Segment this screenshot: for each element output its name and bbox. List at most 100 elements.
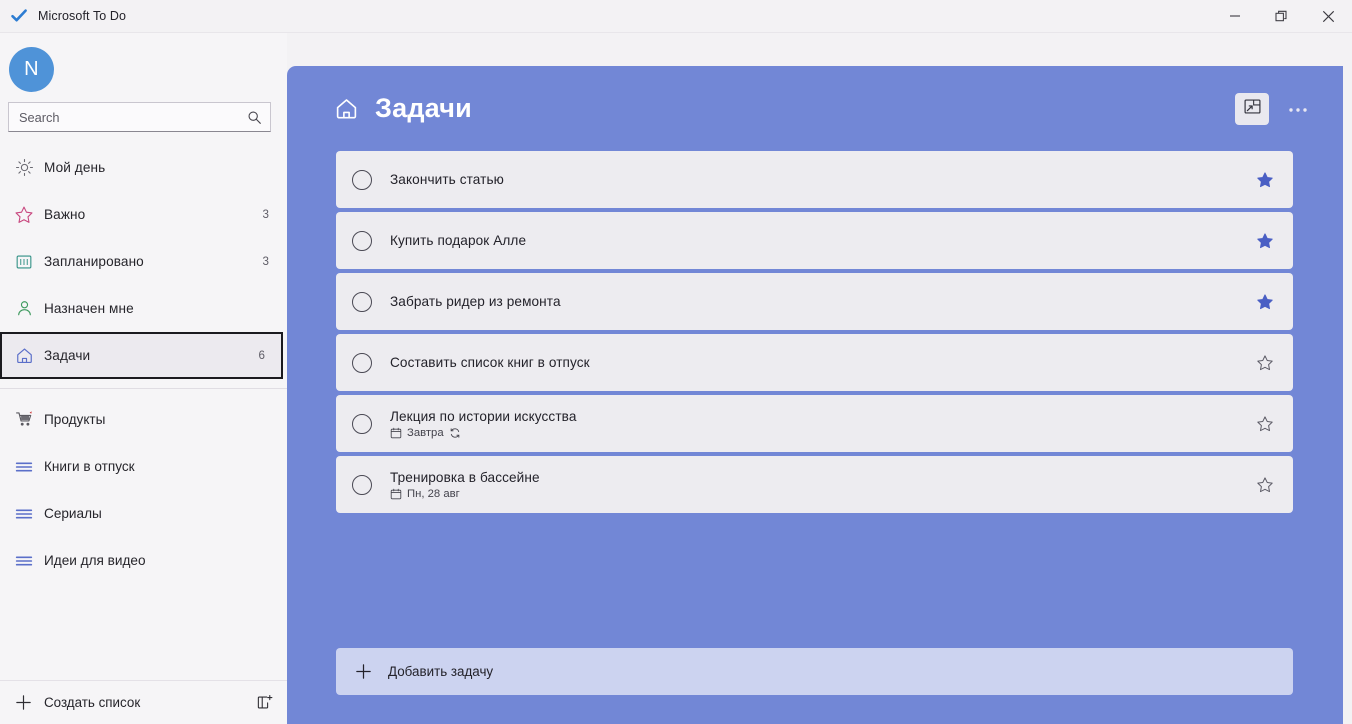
app-title: Microsoft To Do xyxy=(38,9,127,23)
avatar[interactable]: N xyxy=(9,47,54,92)
main-header: Задачи xyxy=(287,66,1343,151)
sidebar-item-assigned-to-me[interactable]: Назначен мне xyxy=(0,285,287,332)
star-icon[interactable] xyxy=(1255,293,1275,311)
sidebar-item-label: Запланировано xyxy=(44,254,144,269)
sidebar-item-label: Важно xyxy=(44,207,86,222)
task-checkbox[interactable] xyxy=(352,169,372,190)
sidebar-item-important[interactable]: Важно 3 xyxy=(0,191,287,238)
sidebar-item-books[interactable]: Книги в отпуск xyxy=(0,443,287,490)
smart-list-nav: Мой день Важно 3 Запланировано 3 Назначе… xyxy=(0,144,287,379)
ellipsis-icon xyxy=(1288,100,1308,118)
sidebar: N Мой де xyxy=(0,33,287,724)
task-title: Закончить статью xyxy=(390,172,504,187)
window-controls xyxy=(1211,0,1352,33)
sidebar-item-label: Назначен мне xyxy=(44,301,134,316)
task-checkbox[interactable] xyxy=(352,230,372,251)
search-box[interactable] xyxy=(8,102,271,132)
task-meta: Пн, 28 авг xyxy=(390,488,1255,500)
new-group-icon[interactable] xyxy=(256,694,273,711)
close-button[interactable] xyxy=(1305,0,1352,33)
page-title-group: Задачи xyxy=(334,93,472,124)
task-checkbox[interactable] xyxy=(352,352,372,373)
sidebar-item-label: Сериалы xyxy=(44,506,102,521)
new-list-row: Создать список xyxy=(0,680,287,724)
page-title: Задачи xyxy=(375,93,472,123)
star-icon xyxy=(10,205,38,225)
search-wrap xyxy=(0,102,287,132)
repeat-icon xyxy=(449,427,461,439)
sidebar-item-planned[interactable]: Запланировано 3 xyxy=(0,238,287,285)
task-content: Лекция по истории искусства Завтра xyxy=(372,409,1255,439)
theme-button[interactable] xyxy=(1235,92,1269,125)
calendar-icon xyxy=(390,427,402,439)
task-row[interactable]: Закончить статью xyxy=(336,151,1293,208)
task-row[interactable]: Тренировка в бассейне Пн, 28 авг xyxy=(336,456,1293,513)
person-icon xyxy=(10,299,38,318)
task-row[interactable]: Купить подарок Алле xyxy=(336,212,1293,269)
search-input[interactable] xyxy=(19,109,247,125)
task-checkbox[interactable] xyxy=(352,474,372,495)
title-bar-left: Microsoft To Do xyxy=(0,7,126,25)
task-row[interactable]: Составить список книг в отпуск xyxy=(336,334,1293,391)
sidebar-item-tasks[interactable]: Задачи 6 xyxy=(0,332,283,379)
title-bar: Microsoft To Do xyxy=(0,0,1352,33)
list-icon xyxy=(10,551,38,571)
sidebar-item-label: Задачи xyxy=(44,348,91,363)
sidebar-item-label: Мой день xyxy=(44,160,106,175)
task-title: Составить список книг в отпуск xyxy=(390,355,590,370)
task-content: Купить подарок Алле xyxy=(372,233,1255,248)
sidebar-item-label: Книги в отпуск xyxy=(44,459,135,474)
sidebar-item-count: 3 xyxy=(262,255,269,268)
sidebar-item-label: Идеи для видео xyxy=(44,553,146,568)
custom-list-nav: Продукты Книги в отпуск Сериалы Идеи для… xyxy=(0,396,287,584)
task-row[interactable]: Лекция по истории искусства Завтра xyxy=(336,395,1293,452)
star-icon[interactable] xyxy=(1255,232,1275,250)
sidebar-item-my-day[interactable]: Мой день xyxy=(0,144,287,191)
plus-icon xyxy=(352,662,374,681)
checkmark-icon xyxy=(10,7,28,25)
calendar-icon xyxy=(390,488,402,500)
sidebar-item-products[interactable]: Продукты xyxy=(0,396,287,443)
theme-icon xyxy=(1243,97,1262,121)
star-icon[interactable] xyxy=(1255,171,1275,189)
title-bar-drag-region xyxy=(126,0,1211,32)
task-row[interactable]: Забрать ридер из ремонта xyxy=(336,273,1293,330)
task-content: Составить список книг в отпуск xyxy=(372,355,1255,370)
task-due-date: Пн, 28 авг xyxy=(407,487,460,500)
star-icon[interactable] xyxy=(1255,354,1275,372)
star-icon[interactable] xyxy=(1255,415,1275,433)
task-due-date: Завтра xyxy=(407,426,444,439)
restore-button[interactable] xyxy=(1258,0,1305,33)
main-panel-wrap: Задачи Закончить статью Купить подарок А… xyxy=(287,33,1352,724)
task-checkbox[interactable] xyxy=(352,413,372,434)
sidebar-item-video-ideas[interactable]: Идеи для видео xyxy=(0,537,287,584)
home-icon xyxy=(334,96,359,121)
add-task-button[interactable]: Добавить задачу xyxy=(336,648,1293,695)
search-icon[interactable] xyxy=(247,110,262,125)
task-title: Лекция по истории искусства xyxy=(390,408,577,424)
main-panel: Задачи Закончить статью Купить подарок А… xyxy=(287,66,1343,724)
task-meta: Завтра xyxy=(390,427,1255,439)
add-task-label: Добавить задачу xyxy=(388,664,494,679)
avatar-row: N xyxy=(0,33,287,102)
sidebar-item-series[interactable]: Сериалы xyxy=(0,490,287,537)
shopping-cart-icon xyxy=(10,410,38,429)
new-list-label[interactable]: Создать список xyxy=(38,695,256,710)
calendar-icon xyxy=(10,253,38,271)
more-options-button[interactable] xyxy=(1283,93,1313,125)
todo-app-window: Microsoft To Do N Search Мой день Важно … xyxy=(0,0,1352,724)
sun-icon xyxy=(10,158,38,177)
plus-icon[interactable] xyxy=(8,693,38,712)
sidebar-divider xyxy=(0,388,287,389)
list-icon xyxy=(10,457,38,477)
star-icon[interactable] xyxy=(1255,476,1275,494)
minimize-button[interactable] xyxy=(1211,0,1258,33)
task-title: Купить подарок Алле xyxy=(390,233,527,248)
main-spacer xyxy=(287,513,1343,648)
app-body: N Мой де xyxy=(0,33,1352,724)
task-checkbox[interactable] xyxy=(352,291,372,312)
home-icon xyxy=(10,346,38,365)
task-title: Тренировка в бассейне xyxy=(390,469,540,485)
task-content: Закончить статью xyxy=(372,172,1255,187)
